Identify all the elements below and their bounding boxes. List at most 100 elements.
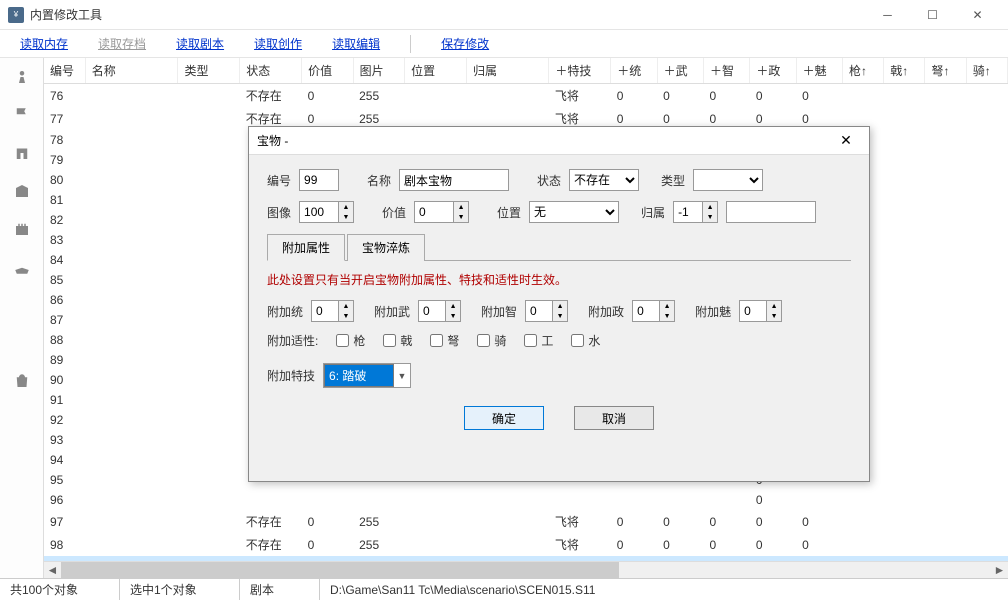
label-add-t: 附加统 — [267, 303, 303, 320]
table-row[interactable]: 97不存在0255飞将00000 — [44, 510, 1008, 533]
menu-read-create[interactable]: 读取创作 — [254, 35, 302, 52]
column-header[interactable]: 状态 — [240, 58, 302, 84]
app-icon: ¥ — [8, 7, 24, 23]
column-header[interactable]: 骑↑ — [966, 58, 1007, 84]
window-title: 内置修改工具 — [30, 6, 865, 23]
column-header[interactable]: ＋魅 — [796, 58, 842, 84]
input-name[interactable] — [399, 169, 509, 191]
spin-up-icon[interactable]: ▲ — [339, 202, 353, 212]
spin-down-icon[interactable]: ▼ — [339, 212, 353, 222]
column-header[interactable]: 枪↑ — [843, 58, 884, 84]
menu-read-memory[interactable]: 读取内存 — [20, 35, 68, 52]
column-header[interactable]: 位置 — [405, 58, 467, 84]
status-total: 共100个对象 — [0, 579, 120, 600]
column-header[interactable]: ＋智 — [703, 58, 749, 84]
spin-down-icon[interactable]: ▼ — [703, 212, 717, 222]
label-add-z: 附加智 — [481, 303, 517, 320]
menu-read-script[interactable]: 读取剧本 — [176, 35, 224, 52]
spin-add-w[interactable]: ▲▼ — [418, 300, 461, 322]
label-name: 名称 — [367, 172, 391, 189]
select-type[interactable] — [693, 169, 763, 191]
column-header[interactable]: 归属 — [466, 58, 548, 84]
spin-add-z[interactable]: ▲▼ — [525, 300, 568, 322]
spin-value[interactable]: ▲▼ — [414, 201, 469, 223]
label-add-m: 附加魅 — [695, 303, 731, 320]
dialog-note: 此处设置只有当开启宝物附加属性、特技和适性时生效。 — [267, 271, 851, 288]
chk-qiang[interactable] — [336, 334, 349, 347]
chevron-down-icon[interactable]: ▼ — [394, 371, 410, 381]
scroll-left-icon[interactable]: ◄ — [44, 562, 61, 579]
sidebar-pawn-icon[interactable] — [0, 58, 43, 96]
sidebar-gate-icon[interactable] — [0, 134, 43, 172]
tab-attributes[interactable]: 附加属性 — [267, 234, 345, 261]
label-type: 类型 — [661, 172, 685, 189]
table-row[interactable]: 960 — [44, 490, 1008, 510]
sidebar-grid-icon[interactable] — [0, 324, 43, 362]
spin-down-icon[interactable]: ▼ — [454, 212, 468, 222]
tab-refine[interactable]: 宝物淬炼 — [347, 234, 425, 261]
sidebar-castle-icon[interactable] — [0, 210, 43, 248]
select-add-skill[interactable]: 6: 踏破 ▼ — [323, 363, 411, 388]
table-row[interactable]: 76不存在0255飞将00000 — [44, 84, 1008, 108]
label-value: 价值 — [382, 204, 406, 221]
chk-qi[interactable] — [477, 334, 490, 347]
dialog-titlebar[interactable]: 宝物 - ✕ — [249, 127, 869, 155]
menu-divider — [410, 35, 411, 53]
maximize-button[interactable]: ☐ — [910, 0, 955, 30]
ok-button[interactable]: 确定 — [464, 406, 544, 430]
sidebar-flag-icon[interactable] — [0, 96, 43, 134]
scroll-right-icon[interactable]: ► — [991, 562, 1008, 579]
minimize-button[interactable]: ─ — [865, 0, 910, 30]
column-header[interactable]: ＋特技 — [549, 58, 611, 84]
input-id[interactable] — [299, 169, 339, 191]
chk-ji[interactable] — [383, 334, 396, 347]
treasure-dialog: 宝物 - ✕ 编号 名称 状态 不存在 类型 图像 ▲▼ 价值 ▲▼ 位置 无 … — [248, 126, 870, 482]
column-header[interactable]: 弩↑ — [925, 58, 966, 84]
menu-read-save[interactable]: 读取存档 — [98, 35, 146, 52]
spin-owner[interactable]: ▲▼ — [673, 201, 718, 223]
titlebar: ¥ 内置修改工具 ─ ☐ ✕ — [0, 0, 1008, 30]
spin-up-icon[interactable]: ▲ — [703, 202, 717, 212]
label-owner: 归属 — [641, 204, 665, 221]
cancel-button[interactable]: 取消 — [574, 406, 654, 430]
horizontal-scrollbar[interactable]: ◄ ► — [44, 561, 1008, 578]
statusbar: 共100个对象 选中1个对象 剧本 D:\Game\San11 Tc\Media… — [0, 578, 1008, 600]
chk-gong[interactable] — [524, 334, 537, 347]
select-pos[interactable]: 无 — [529, 201, 619, 223]
column-header[interactable]: ＋政 — [750, 58, 796, 84]
label-add-zh: 附加政 — [588, 303, 624, 320]
spin-add-m[interactable]: ▲▼ — [739, 300, 782, 322]
sidebar-arch-icon[interactable] — [0, 172, 43, 210]
status-type: 剧本 — [240, 579, 320, 600]
menu-read-edit[interactable]: 读取编辑 — [332, 35, 380, 52]
spin-up-icon[interactable]: ▲ — [454, 202, 468, 212]
scrollbar-thumb[interactable] — [61, 562, 619, 579]
column-header[interactable]: 戟↑ — [884, 58, 925, 84]
table-row[interactable]: 98不存在0255飞将00000 — [44, 533, 1008, 556]
sidebar-bag-icon[interactable] — [0, 362, 43, 400]
spin-add-zh[interactable]: ▲▼ — [632, 300, 675, 322]
sidebar — [0, 58, 44, 578]
dialog-tabs: 附加属性 宝物淬炼 — [267, 233, 851, 261]
close-button[interactable]: ✕ — [955, 0, 1000, 30]
chk-shui[interactable] — [571, 334, 584, 347]
sidebar-ship-icon[interactable] — [0, 248, 43, 286]
chk-nu[interactable] — [430, 334, 443, 347]
spin-add-t[interactable]: ▲▼ — [311, 300, 354, 322]
column-header[interactable]: 图片 — [353, 58, 405, 84]
column-header[interactable]: 价值 — [302, 58, 354, 84]
dialog-title: 宝物 - — [257, 132, 831, 149]
column-header[interactable]: ＋武 — [657, 58, 703, 84]
label-aptitude: 附加适性: — [267, 332, 318, 349]
menu-save[interactable]: 保存修改 — [441, 35, 489, 52]
sidebar-swords-icon[interactable] — [0, 286, 43, 324]
input-owner-name[interactable] — [726, 201, 816, 223]
column-header[interactable]: 类型 — [178, 58, 240, 84]
select-state[interactable]: 不存在 — [569, 169, 639, 191]
column-header[interactable]: 名称 — [85, 58, 178, 84]
column-header[interactable]: ＋统 — [611, 58, 657, 84]
label-id: 编号 — [267, 172, 291, 189]
column-header[interactable]: 编号 — [44, 58, 85, 84]
spin-image[interactable]: ▲▼ — [299, 201, 354, 223]
dialog-close-icon[interactable]: ✕ — [831, 132, 861, 149]
